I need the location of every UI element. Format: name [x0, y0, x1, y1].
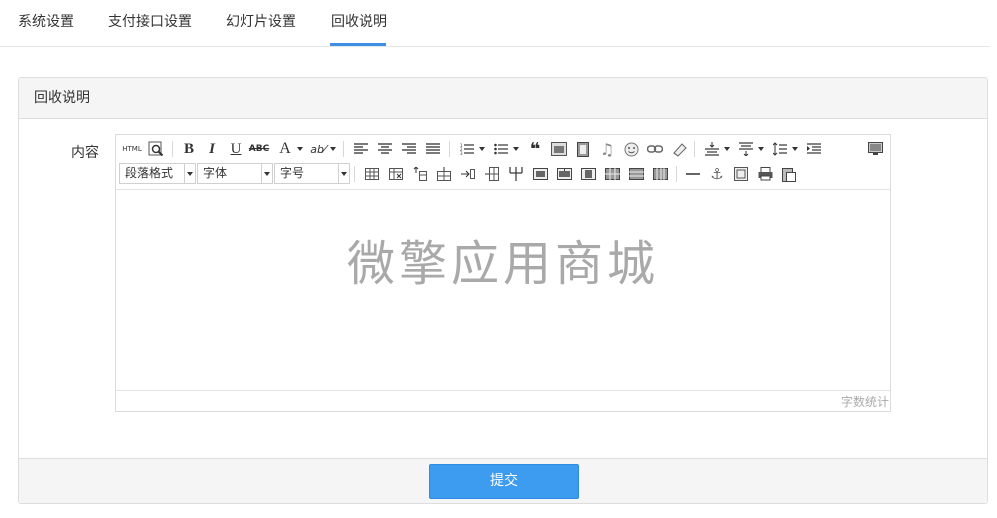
anchor-icon[interactable]: ⚓ [708, 165, 726, 183]
row-spacing-bottom-icon[interactable] [737, 140, 755, 158]
split-to-cells-icon[interactable] [603, 165, 621, 183]
content-field-label: 内容 [71, 145, 99, 161]
toolbar-separator [449, 141, 450, 157]
editor-content-area[interactable]: 微擎应用商城 [116, 190, 890, 390]
align-left-icon[interactable] [352, 140, 370, 158]
svg-text:3: 3 [460, 151, 463, 156]
font-size-select[interactable]: 字号 [274, 163, 350, 184]
settings-tabs: 系统设置 支付接口设置 幻灯片设置 回收说明 [0, 0, 990, 47]
panel-footer: 提交 [19, 458, 987, 503]
recycle-instructions-panel: 回收说明 内容 HTML B I U ABC A ab⁄ 1 2 3 ❝ ♫ 段… [18, 77, 988, 504]
paragraph-format-value: 段落格式 [125, 166, 174, 180]
font-family-select[interactable]: 字体 [197, 163, 273, 184]
chevron-down-icon[interactable] [297, 147, 303, 151]
paste-icon[interactable] [780, 165, 798, 183]
chevron-down-icon [261, 164, 272, 183]
video-icon[interactable] [574, 140, 592, 158]
unordered-list-icon[interactable] [492, 140, 510, 158]
toolbar-separator [343, 141, 344, 157]
tab-payment-settings[interactable]: 支付接口设置 [108, 13, 192, 31]
chevron-down-icon[interactable] [513, 147, 519, 151]
active-tab-indicator [330, 43, 386, 46]
toolbar-separator [694, 141, 695, 157]
strikethrough-icon[interactable]: ABC [249, 140, 269, 158]
delete-row-icon[interactable] [459, 165, 477, 183]
split-to-rows-icon[interactable] [627, 165, 645, 183]
tab-slideshow-settings[interactable]: 幻灯片设置 [226, 13, 296, 31]
underline-icon[interactable]: U [227, 140, 245, 158]
align-justify-icon[interactable] [424, 140, 442, 158]
merge-cells-icon[interactable] [531, 165, 549, 183]
insert-frame-icon[interactable] [732, 165, 750, 183]
merge-down-icon[interactable] [579, 165, 597, 183]
emoticon-icon[interactable] [622, 140, 640, 158]
panel-title: 回收说明 [19, 78, 987, 119]
bold-icon[interactable]: B [180, 140, 198, 158]
editor-status-bar: 字数统计 [116, 390, 890, 411]
line-height-icon[interactable] [771, 140, 789, 158]
horizontal-rule-icon[interactable] [684, 165, 702, 183]
tab-recycle-instructions[interactable]: 回收说明 [331, 13, 387, 31]
blockquote-icon[interactable]: ❝ [526, 139, 544, 160]
chevron-down-icon[interactable] [724, 147, 730, 151]
row-spacing-top-icon[interactable] [703, 140, 721, 158]
insert-row-icon[interactable] [435, 165, 453, 183]
split-to-cols-icon[interactable] [651, 165, 669, 183]
align-center-icon[interactable] [376, 140, 394, 158]
toolbar-separator [676, 166, 677, 182]
tab-system-settings[interactable]: 系统设置 [18, 13, 74, 31]
paragraph-format-select[interactable]: 段落格式 [119, 163, 196, 184]
insert-table-icon[interactable] [363, 165, 381, 183]
editor-content-text: 微擎应用商城 [346, 236, 659, 292]
chevron-down-icon[interactable] [479, 147, 485, 151]
chevron-down-icon[interactable] [330, 147, 336, 151]
indent-icon[interactable] [805, 140, 823, 158]
editor-toolbar: HTML B I U ABC A ab⁄ 1 2 3 ❝ ♫ 段落格式 字体 字… [116, 135, 890, 190]
image-icon[interactable] [550, 140, 568, 158]
eraser-icon[interactable] [670, 140, 688, 158]
fullscreen-icon[interactable] [866, 140, 884, 158]
print-icon[interactable] [756, 165, 774, 183]
submit-button[interactable]: 提交 [429, 464, 579, 499]
insert-column-icon[interactable] [483, 165, 501, 183]
align-right-icon[interactable] [400, 140, 418, 158]
chevron-down-icon[interactable] [758, 147, 764, 151]
toolbar-separator [354, 166, 355, 182]
delete-column-icon[interactable] [507, 165, 525, 183]
italic-icon[interactable]: I [203, 140, 221, 158]
font-size-value: 字号 [280, 166, 305, 180]
toolbar-separator [172, 141, 173, 157]
music-icon[interactable]: ♫ [598, 140, 616, 159]
chevron-down-icon [338, 164, 349, 183]
insert-paragraph-before-table-icon[interactable] [411, 165, 429, 183]
chevron-down-icon[interactable] [792, 147, 798, 151]
link-icon[interactable] [646, 140, 664, 158]
source-html-button[interactable]: HTML [122, 140, 142, 158]
rich-text-editor: HTML B I U ABC A ab⁄ 1 2 3 ❝ ♫ 段落格式 字体 字… [115, 134, 891, 412]
chevron-down-icon [184, 164, 195, 183]
ordered-list-icon[interactable]: 123 [458, 140, 476, 158]
font-family-value: 字体 [203, 166, 228, 180]
merge-right-icon[interactable] [555, 165, 573, 183]
preview-icon[interactable] [147, 140, 165, 158]
font-color-icon[interactable]: A [276, 140, 294, 158]
delete-table-icon[interactable] [387, 165, 405, 183]
background-color-icon[interactable]: ab⁄ [309, 140, 327, 158]
word-count-label: 字数统计 [840, 395, 889, 409]
